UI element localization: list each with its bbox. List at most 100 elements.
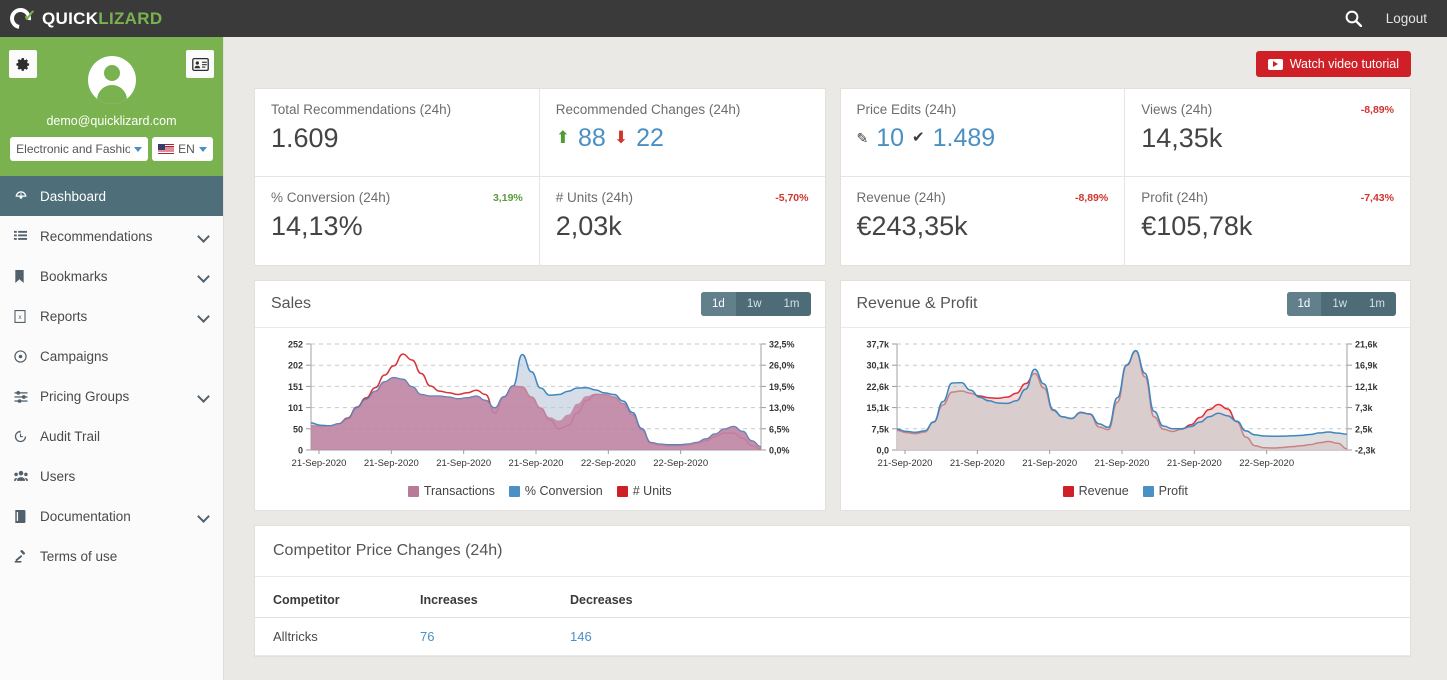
logo-text-quick: QUICK (42, 8, 99, 28)
list-icon (14, 230, 34, 243)
kpi-header: # Units (24h) -5,70% (556, 190, 809, 205)
kpi-card-right: Price Edits (24h) ✎ 10 ✔ 1.489 Views (24h) -8,… (839, 88, 1411, 266)
cell-decreases[interactable]: 146 (560, 617, 710, 656)
sales-range-1d[interactable]: 1d (701, 292, 736, 316)
kpi-cell[interactable]: # Units (24h) -5,70% 2,03k (540, 177, 825, 265)
sidebar-item-reports[interactable]: x Reports (0, 296, 223, 336)
legend-swatch (508, 485, 520, 497)
language-select[interactable]: EN (152, 137, 213, 161)
x-axis-tick: 21-Sep-2020 (877, 458, 932, 469)
chevron-down-icon[interactable] (198, 391, 209, 402)
y-axis-right-tick: 16,9k (1355, 361, 1379, 371)
app-logo[interactable]: ✓ QUICKLIZARD (0, 0, 224, 37)
kpi-delta-badge: -7,43% (1360, 192, 1394, 204)
revenue-profit-range-1w[interactable]: 1w (1321, 292, 1358, 316)
legend-item[interactable]: Profit (1142, 484, 1188, 498)
chevron-down-icon (198, 146, 207, 152)
sliders-icon (14, 390, 34, 403)
kpi-title: Total Recommendations (24h) (271, 102, 452, 117)
chevron-down-icon[interactable] (198, 231, 209, 242)
kpi-cell[interactable]: Recommended Changes (24h) ⬆ 88 ⬇ 22 (539, 89, 825, 177)
chevron-down-icon[interactable] (198, 271, 209, 282)
revenue-profit-range-1d[interactable]: 1d (1286, 292, 1322, 316)
watch-video-tutorial-button[interactable]: Watch video tutorial (1255, 51, 1411, 77)
legend-label: Revenue (1078, 484, 1129, 498)
sidebar-item-audit-trail[interactable]: Audit Trail (0, 416, 223, 456)
sales-range-selector: 1d 1w 1m (701, 292, 811, 316)
kpi-cell[interactable]: Total Recommendations (24h) 1.609 (255, 89, 540, 177)
revenue-profit-chart-body: 0,0 -2,3k 7,5k 2,5k 15,1k 7,3k 22,6k 12,1k 30,1k… (841, 328, 1411, 482)
sidebar-item-dashboard[interactable]: Dashboard (0, 176, 223, 216)
x-axis-tick: 21-Sep-2020 (436, 458, 491, 469)
sidebar-item-campaigns[interactable]: Campaigns (0, 336, 223, 376)
kpi-pair-value: ⬆ 88 ⬇ 22 (556, 121, 809, 155)
sidebar-item-pricing-groups[interactable]: Pricing Groups (0, 376, 223, 416)
column-header-decreases[interactable]: Decreases (560, 577, 710, 618)
account-select[interactable]: Electronic and Fashion (10, 137, 149, 161)
legend-item[interactable]: Transactions (407, 484, 495, 498)
kpi-cell[interactable]: % Conversion (24h) 3,19% 14,13% (255, 177, 540, 265)
x-axis-tick: 22-Sep-2020 (653, 458, 708, 469)
legend-label: # Units (632, 484, 672, 498)
table-row[interactable]: Alltricks 76 146 (255, 617, 1410, 656)
y-axis-left-tick: 202 (288, 361, 303, 371)
sidebar-item-terms-of-use[interactable]: Terms of use (0, 536, 223, 576)
y-axis-right-tick: 13,0% (769, 403, 795, 413)
cell-increases[interactable]: 76 (410, 617, 560, 656)
sidebar-item-label: Terms of use (40, 548, 118, 564)
competitor-table: Competitor Increases Decreases Alltricks… (255, 577, 1410, 656)
kpi-cell[interactable]: Profit (24h) -7,43% €105,78k (1125, 177, 1410, 265)
sales-chart[interactable]: 0 0,0% 50 6,5% 101 13,0% 151 19,5% 202 26,0% 252 32… (265, 338, 811, 478)
x-axis-tick: 21-Sep-2020 (1022, 458, 1077, 469)
youtube-icon (1267, 58, 1283, 70)
kpi-cell[interactable]: Revenue (24h) -8,89% €243,35k (841, 177, 1126, 265)
y-axis-left-tick: 0 (298, 446, 303, 456)
profile-selectors: Electronic and Fashion EN (0, 137, 223, 161)
revenue-profit-chart[interactable]: 0,0 -2,3k 7,5k 2,5k 15,1k 7,3k 22,6k 12,1k 30,1k… (851, 338, 1397, 478)
kpi-delta-badge: 3,19% (492, 192, 523, 204)
kpi-cell[interactable]: Views (24h) -8,89% 14,35k (1125, 89, 1410, 177)
sales-range-1w[interactable]: 1w (736, 292, 773, 316)
sidebar-item-recommendations[interactable]: Recommendations (0, 216, 223, 256)
column-header-competitor[interactable]: Competitor (255, 577, 410, 618)
legend-swatch (1062, 485, 1074, 497)
avatar[interactable] (87, 56, 136, 104)
legend-item[interactable]: # Units (616, 484, 672, 498)
chevron-down-icon[interactable] (198, 511, 209, 522)
y-axis-right-tick: 7,3k (1355, 403, 1374, 413)
sales-range-1m[interactable]: 1m (773, 292, 811, 316)
sidebar-item-documentation[interactable]: Documentation (0, 496, 223, 536)
kpi-pair-number: 22 (636, 124, 664, 152)
search-icon[interactable] (1334, 0, 1374, 37)
kpi-title: Price Edits (24h) (856, 102, 957, 117)
kpi-section: Total Recommendations (24h) 1.609 Recommen… (254, 88, 1411, 266)
chevron-down-icon[interactable] (198, 311, 209, 322)
competitor-price-changes-section: Competitor Price Changes (24h) Competito… (254, 525, 1411, 657)
sidebar: demo@quicklizard.com Electronic and Fash… (0, 37, 224, 680)
x-axis-tick: 21-Sep-2020 (1166, 458, 1221, 469)
y-axis-left-tick: 0,0 (876, 446, 889, 456)
sidebar-item-bookmarks[interactable]: Bookmarks (0, 256, 223, 296)
kpi-header: Views (24h) -8,89% (1141, 102, 1394, 117)
legend-label: Profit (1158, 484, 1188, 498)
x-axis-tick: 21-Sep-2020 (1094, 458, 1149, 469)
legend-item[interactable]: Revenue (1062, 484, 1129, 498)
sidebar-item-label: Documentation (40, 508, 131, 524)
id-card-icon[interactable] (186, 50, 214, 78)
sales-panel: Sales 1d 1w 1m 0 0,0% 50 6,5% 101 13,0% 151 19,5%… (254, 280, 826, 511)
kpi-value: €243,35k (856, 211, 968, 241)
kpi-value: 14,13% (271, 211, 363, 241)
sales-legend: Transactions % Conversion # Units (255, 482, 825, 510)
kpi-cell[interactable]: Price Edits (24h) ✎ 10 ✔ 1.489 (840, 89, 1126, 177)
x-axis-tick: 22-Sep-2020 (581, 458, 636, 469)
y-axis-left-tick: 37,7k (866, 340, 890, 350)
logout-button[interactable]: Logout (1374, 11, 1447, 26)
sidebar-item-users[interactable]: Users (0, 456, 223, 496)
revenue-profit-range-1m[interactable]: 1m (1358, 292, 1396, 316)
kpi-header: Price Edits (24h) (857, 102, 1109, 117)
column-header-increases[interactable]: Increases (410, 577, 560, 618)
kpi-pair-value: ✎ 10 ✔ 1.489 (857, 121, 1109, 155)
legend-item[interactable]: % Conversion (508, 484, 603, 498)
gear-icon[interactable] (9, 50, 37, 78)
kpi-header: Recommended Changes (24h) (556, 102, 809, 117)
